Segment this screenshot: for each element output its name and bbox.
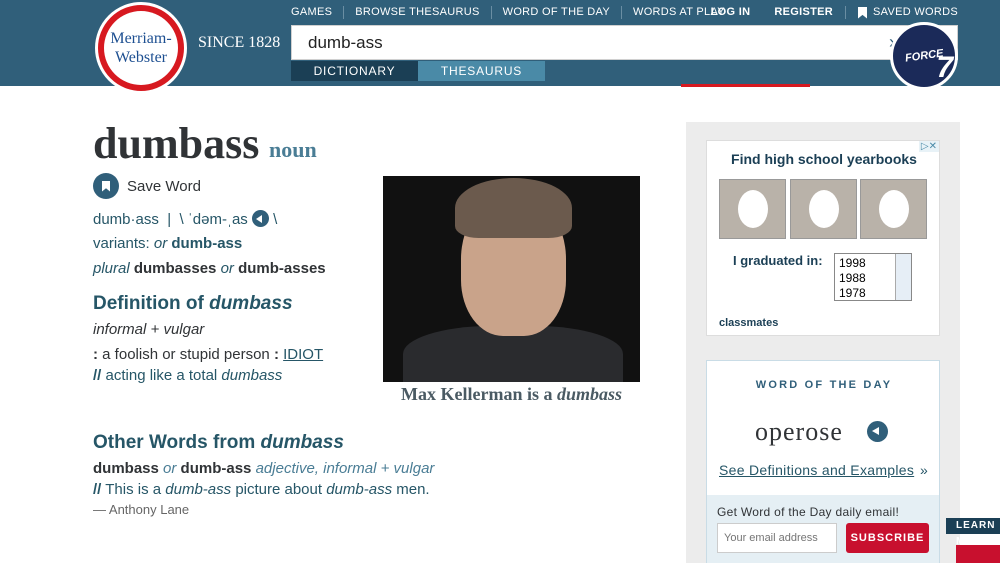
site-header: Merriam- Webster SINCE 1828 GAMES BROWSE… xyxy=(0,0,1000,94)
pron-end: \ xyxy=(273,211,278,228)
ow-word-1: dumbass xyxy=(93,460,159,477)
yearbook-photo-1 xyxy=(719,179,786,239)
bookmark-icon xyxy=(93,173,119,199)
image-caption: Max Kellerman is a dumbass xyxy=(383,384,640,405)
pron-separator: | xyxy=(167,211,172,228)
caption-word: dumbass xyxy=(556,384,622,404)
word-of-the-day-widget: WORD OF THE DAY operose See Definitions … xyxy=(706,360,940,563)
logo-line2: Webster xyxy=(114,49,168,66)
ex2-e: men. xyxy=(396,481,430,498)
graduated-label: I graduated in: xyxy=(733,253,823,268)
wod-definitions-link[interactable]: See Definitions and Examples xyxy=(719,462,914,478)
example-1: // acting like a total dumbass xyxy=(93,367,282,384)
ex2-b: dumb-ass xyxy=(165,481,232,498)
saved-words-label: SAVED WORDS xyxy=(873,6,958,18)
account-nav: LOG IN REGISTER SAVED WORDS xyxy=(699,6,958,19)
year-scrollbar[interactable] xyxy=(895,254,911,300)
example-slashes: // xyxy=(93,367,102,384)
yearbook-photo-3 xyxy=(860,179,927,239)
wod-audio-icon[interactable] xyxy=(867,421,888,442)
register-link[interactable]: REGISTER xyxy=(762,6,845,19)
nav-games[interactable]: GAMES xyxy=(291,6,343,19)
def-heading-word: dumbass xyxy=(209,293,293,314)
audio-speaker-icon[interactable] xyxy=(251,210,269,227)
variants-line: variants: or dumb-ass xyxy=(93,235,242,252)
search-tabs: DICTIONARY THESAURUS xyxy=(291,61,545,81)
ow-pos: adjective, informal + vulgar xyxy=(255,460,435,477)
save-word-button[interactable]: Save Word xyxy=(93,173,201,199)
saved-words-link[interactable]: SAVED WORDS xyxy=(845,6,958,19)
other-heading-word: dumbass xyxy=(260,432,344,453)
sense-1: : a foolish or stupid person : IDIOT xyxy=(93,346,323,363)
caption-pre: Max Kellerman is a xyxy=(400,384,553,404)
year-select[interactable]: 1998 1988 1978 xyxy=(834,253,912,301)
classmates-logo: classmates xyxy=(719,317,779,329)
learn-more-tab[interactable]: LEARN M xyxy=(946,518,1000,547)
nav-browse-thesaurus[interactable]: BROWSE THESAURUS xyxy=(343,6,490,19)
example-2: // This is a dumb-ass picture about dumb… xyxy=(93,481,430,498)
tab-dictionary[interactable]: DICTIONARY xyxy=(291,61,418,81)
ow-word-2: dumb-ass xyxy=(180,460,252,477)
ow-or: or xyxy=(163,460,177,477)
syllables: dumb·ass xyxy=(93,211,159,228)
wod-email-signup: Get Word of the Day daily email! SUBSCRI… xyxy=(707,495,939,563)
bookmark-icon xyxy=(858,6,867,19)
sense-colon: : xyxy=(93,346,98,363)
ex2-a: This is a xyxy=(105,481,162,498)
plural-line: plural dumbasses or dumb-asses xyxy=(93,260,326,277)
wod-raquo: » xyxy=(920,462,928,478)
other-heading-pre: Other Words from xyxy=(93,432,256,453)
tab-thesaurus[interactable]: THESAURUS xyxy=(418,61,545,81)
plural-label: plural xyxy=(93,260,130,277)
logo-line1: Merriam- xyxy=(110,30,172,47)
plural-or: or xyxy=(220,260,234,277)
def-heading-pre: Definition of xyxy=(93,293,204,314)
nav-word-of-the-day[interactable]: WORD OF THE DAY xyxy=(490,6,621,19)
function-label: noun xyxy=(269,137,317,162)
badge-number: 7 xyxy=(936,51,953,84)
plural-form-1: dumbasses xyxy=(133,260,217,277)
classmates-ad[interactable]: ▷✕ Find high school yearbooks I graduate… xyxy=(706,140,940,336)
since-tagline: SINCE 1828 xyxy=(198,34,281,51)
ex2-d: dumb-ass xyxy=(326,481,393,498)
xref-idiot-link[interactable]: IDIOT xyxy=(283,346,323,363)
example-word: dumbass xyxy=(221,367,283,384)
save-word-label: Save Word xyxy=(127,177,201,195)
promo-banner[interactable] xyxy=(956,545,1000,563)
wod-email-prompt: Get Word of the Day daily email! xyxy=(717,505,900,519)
search-bar: › xyxy=(291,25,958,60)
merriam-webster-logo[interactable]: Merriam- Webster xyxy=(95,2,187,94)
other-words-line: dumbass or dumb-ass adjective, informal … xyxy=(93,460,434,477)
email-field[interactable] xyxy=(717,523,837,553)
accent-divider xyxy=(681,84,810,87)
login-link[interactable]: LOG IN xyxy=(699,6,763,19)
variants-label: variants: xyxy=(93,235,150,252)
ex2-slashes: // xyxy=(93,481,102,498)
variant-word: dumb-ass xyxy=(171,235,243,252)
force7-badge[interactable]: FORCE 7 xyxy=(890,22,958,90)
entry-image xyxy=(383,176,640,382)
wod-heading: WORD OF THE DAY xyxy=(755,379,893,391)
headword: dumbass xyxy=(93,119,260,168)
pronunciation: \ ˈdəm-ˌas xyxy=(179,211,248,228)
wod-word[interactable]: operose xyxy=(755,417,843,447)
top-nav: GAMES BROWSE THESAURUS WORD OF THE DAY W… xyxy=(291,6,736,19)
ad-title: Find high school yearbooks xyxy=(731,151,917,167)
definition-heading: Definition of dumbass xyxy=(93,293,293,315)
pronunciation-line: dumb·ass | \ ˈdəm-ˌas \ xyxy=(93,210,277,228)
subscribe-button[interactable]: SUBSCRIBE xyxy=(846,523,929,553)
sense-text: a foolish or stupid person xyxy=(102,346,270,363)
example-attribution: — Anthony Lane xyxy=(93,502,190,517)
sense-colon-2: : xyxy=(273,346,279,363)
ex2-c: picture about xyxy=(235,481,323,498)
variants-or: or xyxy=(153,235,168,252)
usage-labels: informal + vulgar xyxy=(93,321,205,338)
other-words-heading: Other Words from dumbass xyxy=(93,432,344,454)
yearbook-photo-2 xyxy=(790,179,857,239)
example-pre: acting like a total xyxy=(105,367,218,384)
plural-form-2: dumb-asses xyxy=(238,260,326,277)
search-input[interactable] xyxy=(292,26,872,59)
